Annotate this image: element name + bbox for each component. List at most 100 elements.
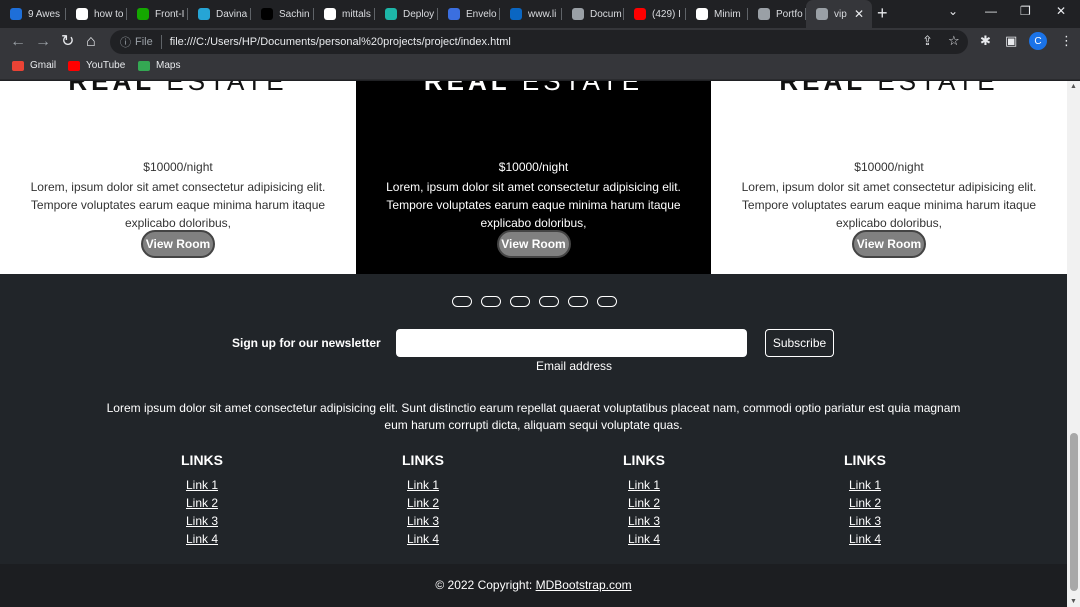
social-button[interactable] [510, 296, 530, 307]
bookmark-item[interactable]: Maps [138, 60, 180, 71]
tab-strip: 9 Awes how to Front-I Davina Sachin mittals De… [0, 0, 1080, 28]
browser-tab[interactable]: Sachin [251, 3, 314, 25]
info-icon[interactable]: ⓘ [120, 34, 131, 50]
app-icon [261, 8, 273, 20]
footer-link[interactable]: Link 3 [172, 512, 232, 530]
browser-tab[interactable]: Front-I [127, 3, 188, 25]
browser-tab[interactable]: (429) I [624, 3, 686, 25]
newsletter-label: Sign up for our newsletter [232, 336, 381, 350]
url-text[interactable]: file:///C:/Users/HP/Documents/personal%2… [170, 36, 511, 48]
social-button[interactable] [481, 296, 501, 307]
browser-toolbar: ← → ↻ ⌂ ⓘ File file:///C:/Users/HP/Docum… [0, 28, 1080, 56]
tab-label: Davina [216, 8, 248, 20]
footer-link[interactable]: Link 2 [393, 494, 453, 512]
browser-tab[interactable]: Minim [686, 3, 748, 25]
footer-link[interactable]: Link 1 [172, 476, 232, 494]
diamond-icon [385, 8, 397, 20]
home-button[interactable]: ⌂ [86, 32, 96, 52]
browser-tab[interactable]: www.li [500, 3, 562, 25]
subscribe-button[interactable]: Subscribe [765, 329, 834, 357]
browser-tab[interactable]: mittals [314, 3, 375, 25]
browser-tab[interactable]: 9 Awes [0, 3, 66, 25]
footer-link[interactable]: Link 4 [393, 530, 453, 548]
footer-link[interactable]: Link 2 [835, 494, 895, 512]
real-estate-logo: REAL ESTATE [711, 81, 1067, 94]
gmail-icon [12, 60, 24, 71]
links-column: LINKS Link 1 Link 2 Link 3 Link 4 [172, 452, 232, 548]
side-panel-icon[interactable]: ▣ [1005, 33, 1017, 49]
footer-link[interactable]: Link 3 [614, 512, 674, 530]
room-card: REAL ESTATE $10000/night Lorem, ipsum dolo… [711, 81, 1067, 274]
mdbootstrap-link[interactable]: MDBootstrap.com [536, 578, 632, 592]
browser-tab[interactable]: Portfo [748, 3, 806, 25]
room-description: Lorem, ipsum dolor sit amet consectetur … [741, 180, 1037, 230]
forward-button[interactable]: → [35, 32, 51, 52]
logo-light-text: ESTATE [166, 81, 288, 96]
footer-link[interactable]: Link 1 [835, 476, 895, 494]
maps-icon [138, 60, 150, 71]
reload-button[interactable]: ↻ [61, 32, 74, 52]
bookmark-item[interactable]: Gmail [12, 60, 56, 71]
footer: Sign up for our newsletter Email address… [0, 274, 1067, 564]
social-button[interactable] [568, 296, 588, 307]
browser-tab[interactable]: Davina [188, 3, 251, 25]
social-button[interactable] [539, 296, 559, 307]
browser-tab[interactable]: how to [66, 3, 127, 25]
scrollbar-thumb[interactable] [1070, 433, 1078, 591]
tab-label: Deploy [403, 8, 435, 20]
bookmark-item[interactable]: YouTube [68, 60, 125, 71]
view-room-button[interactable]: View Room [496, 230, 571, 258]
real-estate-logo: REAL ESTATE [356, 81, 711, 96]
email-address-hint: Email address [536, 359, 613, 373]
page-scrollbar[interactable]: ▲ ▼ [1067, 81, 1080, 607]
close-window-button[interactable]: ✕ [1056, 4, 1066, 18]
globe-icon [816, 8, 828, 20]
maximize-button[interactable]: ❐ [1020, 4, 1031, 18]
social-button[interactable] [597, 296, 617, 307]
address-bar[interactable]: ⓘ File file:///C:/Users/HP/Documents/per… [110, 30, 968, 54]
social-button[interactable] [452, 296, 472, 307]
browser-tab[interactable]: vip ✕ [806, 0, 872, 28]
browser-tab[interactable]: Docum [562, 3, 624, 25]
scroll-down-arrow-icon[interactable]: ▼ [1070, 598, 1077, 605]
scroll-up-arrow-icon[interactable]: ▲ [1070, 83, 1077, 90]
view-room-button[interactable]: View Room [852, 230, 926, 258]
bookmark-star-icon[interactable]: ☆ [948, 33, 960, 49]
tab-search-icon[interactable]: ⌄ [948, 4, 958, 18]
footer-link[interactable]: Link 2 [172, 494, 232, 512]
address-divider [160, 35, 162, 49]
browser-tab[interactable]: Envelo [438, 3, 500, 25]
footer-link[interactable]: Link 4 [172, 530, 232, 548]
linkedin-icon [510, 8, 522, 20]
footer-link[interactable]: Link 3 [835, 512, 895, 530]
footer-link[interactable]: Link 4 [614, 530, 674, 548]
share-icon[interactable]: ⇪ [922, 33, 933, 49]
youtube-icon [634, 8, 646, 20]
extensions-icon[interactable]: ✱ [980, 33, 991, 49]
logo-light-text: ESTATE [521, 81, 644, 96]
codepen-icon [10, 8, 22, 20]
footer-link[interactable]: Link 2 [614, 494, 674, 512]
room-card: REAL ESTATE $10000/night Lorem, ipsum dolo… [0, 81, 356, 274]
newsletter-email-input[interactable] [396, 329, 747, 357]
profile-avatar[interactable]: C [1029, 32, 1047, 50]
menu-kebab-icon[interactable]: ⋮ [1060, 33, 1073, 49]
copyright-bar: © 2022 Copyright: MDBootstrap.com [0, 564, 1067, 607]
tab-label: (429) I [652, 8, 681, 20]
page-viewport: REAL ESTATE $10000/night Lorem, ipsum dolo… [0, 81, 1067, 607]
footer-link[interactable]: Link 4 [835, 530, 895, 548]
back-button[interactable]: ← [10, 32, 26, 52]
footer-link[interactable]: Link 1 [614, 476, 674, 494]
tab-label: how to [94, 8, 124, 20]
view-room-button[interactable]: View Room [141, 230, 215, 258]
footer-link[interactable]: Link 3 [393, 512, 453, 530]
close-tab-icon[interactable]: ✕ [854, 7, 864, 21]
google-icon [76, 8, 88, 20]
minimize-button[interactable]: — [985, 4, 997, 18]
tab-label: Docum [590, 8, 622, 20]
footer-blurb: Lorem ipsum dolor sit amet consectetur a… [106, 401, 961, 432]
footer-link[interactable]: Link 1 [393, 476, 453, 494]
new-tab-button[interactable]: + [877, 3, 888, 23]
browser-tab[interactable]: Deploy [375, 3, 438, 25]
app-icon [696, 8, 708, 20]
